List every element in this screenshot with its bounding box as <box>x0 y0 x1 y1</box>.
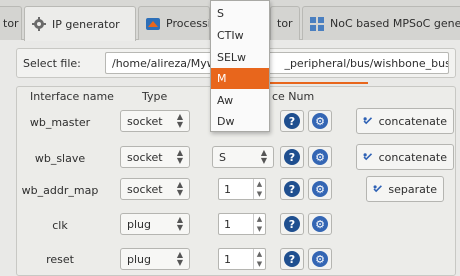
num-value: S <box>219 151 226 164</box>
type-value: socket <box>127 183 163 196</box>
tab-prev-partial[interactable]: tor <box>0 6 22 40</box>
num-dropdown-list: S CTIw SELw M Aw Dw <box>210 0 270 132</box>
updown-icon: ▲ ▼ <box>176 215 183 232</box>
spin-arrows-icon[interactable]: ▲ ▼ <box>253 249 265 269</box>
tab-label: Processin <box>166 17 209 30</box>
type-value: plug <box>127 253 151 266</box>
updown-icon: ▲ ▼ <box>176 112 183 129</box>
cog-icon: ⚙ <box>312 113 328 129</box>
tab-label: tor <box>3 17 19 30</box>
dropdown-option[interactable]: Aw <box>211 90 269 111</box>
interface-name-label: wb_master <box>29 116 91 129</box>
action-label: separate <box>388 182 437 196</box>
num-value: 1 <box>224 218 231 231</box>
tab-label: NoC based MPSoC generato <box>330 17 460 30</box>
settings-button[interactable]: ⚙ <box>308 248 332 270</box>
num-select[interactable]: S ▲ ▼ <box>212 146 274 168</box>
help-button[interactable]: ? <box>280 213 304 235</box>
spin-arrows-icon[interactable]: ▲ ▼ <box>253 214 265 234</box>
interface-name-label: wb_slave <box>34 152 86 165</box>
wrench-check-icon <box>363 153 373 161</box>
cog-icon: ⚙ <box>312 181 328 197</box>
settings-button[interactable]: ⚙ <box>308 178 332 200</box>
num-value: 1 <box>224 253 231 266</box>
dropdown-option[interactable]: SELw <box>211 47 269 68</box>
tab-label: tor <box>277 17 293 30</box>
cog-icon: ⚙ <box>312 251 328 267</box>
updown-icon: ▲ ▼ <box>176 180 183 197</box>
action-label: concatenate <box>378 150 447 164</box>
header-num: ce Num <box>272 90 315 103</box>
type-select[interactable]: socket ▲ ▼ <box>120 110 190 132</box>
spin-arrows-icon[interactable]: ▲ ▼ <box>253 179 265 199</box>
question-icon: ? <box>284 181 300 197</box>
dropdown-option[interactable]: Dw <box>211 111 269 132</box>
cog-icon: ⚙ <box>312 149 328 165</box>
action-label: concatenate <box>378 114 447 128</box>
wrench-check-icon <box>373 185 382 193</box>
processor-icon <box>145 16 161 32</box>
interface-name-label: reset <box>46 253 74 266</box>
updown-icon: ▲ ▼ <box>176 250 183 267</box>
path-suffix: _peripheral/bus/wishbone_bus.v <box>284 57 449 70</box>
type-select[interactable]: plug ▲ ▼ <box>120 213 190 235</box>
updown-icon: ▲ ▼ <box>260 148 267 165</box>
help-button[interactable]: ? <box>280 110 304 132</box>
num-value: 1 <box>224 183 231 196</box>
dropdown-option[interactable]: S <box>211 3 269 24</box>
help-button[interactable]: ? <box>280 146 304 168</box>
gear-icon <box>31 16 47 32</box>
tab-noc-mpsoc[interactable]: NoC based MPSoC generato <box>302 6 460 40</box>
dropdown-option-selected[interactable]: M <box>211 68 269 89</box>
num-spinner[interactable]: 1 ▲ ▼ <box>218 213 266 235</box>
tab-processing[interactable]: Processin <box>138 6 210 40</box>
header-interface-name: Interface name <box>30 90 114 103</box>
question-icon: ? <box>284 113 300 129</box>
help-button[interactable]: ? <box>280 248 304 270</box>
settings-button[interactable]: ⚙ <box>308 146 332 168</box>
tab-partial[interactable]: tor <box>270 6 300 40</box>
separate-button[interactable]: separate <box>366 176 444 202</box>
interface-name-label: clk <box>52 219 68 232</box>
updown-icon: ▲ ▼ <box>176 148 183 165</box>
select-file-label: Select file: <box>23 57 81 70</box>
settings-button[interactable]: ⚙ <box>308 110 332 132</box>
type-value: socket <box>127 115 163 128</box>
num-spinner[interactable]: 1 ▲ ▼ <box>218 178 266 200</box>
concatenate-button[interactable]: concatenate <box>356 144 454 170</box>
question-icon: ? <box>284 251 300 267</box>
cog-icon: ⚙ <box>312 216 328 232</box>
type-value: socket <box>127 151 163 164</box>
help-button[interactable]: ? <box>280 178 304 200</box>
type-select[interactable]: socket ▲ ▼ <box>120 178 190 200</box>
type-select[interactable]: plug ▲ ▼ <box>120 248 190 270</box>
concatenate-button[interactable]: concatenate <box>356 108 454 134</box>
question-icon: ? <box>284 216 300 232</box>
type-select[interactable]: socket ▲ ▼ <box>120 146 190 168</box>
tab-label: IP generator <box>52 17 120 31</box>
interface-name-label: wb_addr_map <box>21 184 99 197</box>
dropdown-option[interactable]: CTIw <box>211 25 269 46</box>
tab-ip-generator[interactable]: IP generator <box>24 6 136 41</box>
question-icon: ? <box>284 149 300 165</box>
header-type: Type <box>142 90 168 103</box>
noc-grid-icon <box>309 16 325 32</box>
num-spinner[interactable]: 1 ▲ ▼ <box>218 248 266 270</box>
settings-button[interactable]: ⚙ <box>308 213 332 235</box>
file-path-field[interactable]: /home/alireza/Mywo _peripheral/bus/wishbo… <box>105 52 449 74</box>
path-prefix: /home/alireza/Mywo <box>112 57 223 70</box>
wrench-check-icon <box>363 117 373 125</box>
type-value: plug <box>127 218 151 231</box>
